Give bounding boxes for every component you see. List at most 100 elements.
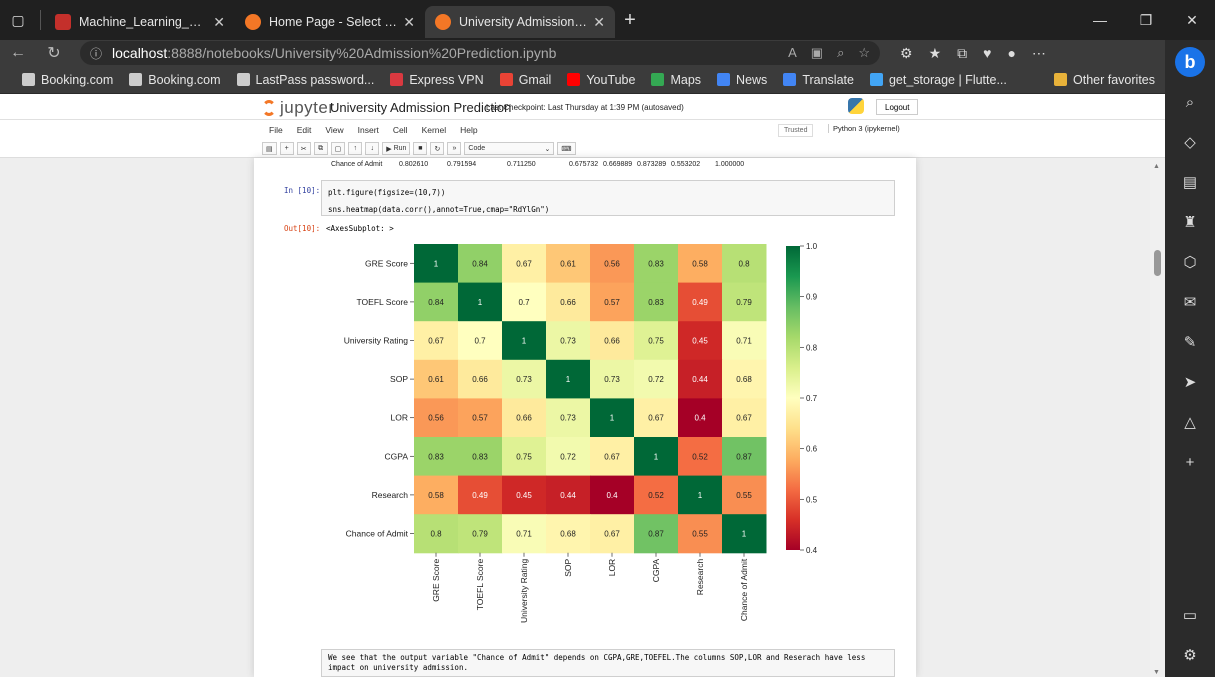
outlook-icon[interactable]: ✉ [1172, 284, 1208, 320]
profile-avatar[interactable]: ● [1007, 45, 1015, 62]
bookmark-item[interactable]: Express VPN [390, 73, 484, 87]
move-up-icon[interactable]: ↑ [348, 142, 363, 155]
menu-item-cell[interactable]: Cell [393, 125, 408, 135]
address-bar[interactable]: ⓘ localhost:8888/notebooks/University%20… [80, 41, 880, 65]
office-icon[interactable]: ⬡ [1172, 244, 1208, 280]
notebook-name[interactable]: University Admission Prediction [330, 100, 511, 115]
fast-forward-icon[interactable]: » [447, 142, 462, 155]
logout-button[interactable]: Logout [876, 99, 919, 115]
collections-icon[interactable]: ⧉ [957, 45, 967, 62]
menu-item-insert[interactable]: Insert [358, 125, 379, 135]
sidebar-toggle-icon[interactable]: ▭ [1172, 597, 1208, 633]
heatmap-cell-label: 0.44 [560, 491, 576, 500]
restore-icon[interactable]: ❐ [1123, 0, 1169, 40]
heatmap-cell-label: 0.83 [472, 452, 488, 461]
cell-type-value: Code [468, 145, 486, 152]
menu-item-view[interactable]: View [325, 125, 343, 135]
address-actions: A ▣ ⌕ ☆ [788, 45, 870, 61]
bookmark-item[interactable]: Maps [651, 73, 701, 87]
heatmap-cell-label: 1 [698, 491, 703, 500]
divider [40, 10, 41, 30]
jupyter-logo[interactable]: jupyter [262, 98, 335, 118]
tab-university-admission[interactable]: University Admission Prediction ✕ [425, 6, 615, 38]
restart-icon[interactable]: ↻ [430, 142, 445, 155]
menu-item-edit[interactable]: Edit [297, 125, 312, 135]
tag-icon[interactable]: ◇ [1172, 124, 1208, 160]
info-icon[interactable]: ⓘ [90, 45, 102, 62]
bookmark-item[interactable]: Booking.com [129, 72, 221, 87]
tab-home-page[interactable]: Home Page - Select or create a n ✕ [235, 6, 425, 38]
zoom-icon[interactable]: ⌕ [837, 45, 844, 61]
bookmark-item[interactable]: Booking.com [22, 73, 113, 87]
copy-icon[interactable]: ⧉ [313, 142, 328, 155]
heatmap-cell-label: 0.66 [604, 337, 620, 346]
minimize-icon[interactable]: — [1077, 0, 1123, 40]
heatmap-cell-label: 0.68 [736, 375, 752, 384]
close-icon[interactable]: ✕ [593, 14, 605, 31]
insert-cell-icon[interactable]: + [279, 142, 294, 155]
heatmap-cell-label: 1 [610, 414, 615, 423]
settings-icon[interactable]: ⚙ [1172, 637, 1208, 673]
heart-icon[interactable]: ♥ [983, 45, 991, 62]
more-icon[interactable]: ⋯ [1032, 45, 1046, 62]
search-icon[interactable]: ⌕ [1172, 84, 1208, 120]
close-icon[interactable]: ✕ [213, 14, 225, 31]
stop-icon[interactable]: ■ [413, 142, 428, 155]
read-aloud-icon[interactable]: A [788, 45, 797, 61]
bookmark-icon [783, 73, 797, 86]
bookmark-label: Booking.com [148, 72, 221, 87]
close-window-icon[interactable]: ✕ [1169, 0, 1215, 40]
tab-youtube[interactable]: Machine_Learning_Projects_Vide ✕ [45, 6, 235, 38]
page-scrollbar[interactable]: ▲ ▼ [1150, 160, 1165, 677]
add-icon[interactable]: + [1172, 444, 1208, 480]
tree-icon[interactable]: △ [1172, 404, 1208, 440]
heatmap-cell-label: 0.55 [736, 491, 752, 500]
back-icon[interactable]: ← [0, 44, 36, 62]
heatmap-cell-label: 0.4 [606, 491, 618, 500]
bookmark-item[interactable]: LastPass password... [236, 73, 374, 87]
other-favorites-label: Other favorites [1073, 72, 1155, 87]
heatmap-cell-label: 0.73 [560, 337, 576, 346]
briefcase-icon[interactable]: ▤ [1172, 164, 1208, 200]
bing-button[interactable]: b [1172, 44, 1208, 80]
scroll-up-icon[interactable]: ▲ [1153, 163, 1160, 170]
code-cell[interactable]: plt.figure(figsize=(10,7)) sns.heatmap(d… [321, 180, 895, 216]
designer-icon[interactable]: ✎ [1172, 324, 1208, 360]
paste-icon[interactable]: ▢ [330, 142, 346, 155]
cut-icon[interactable]: ✂ [296, 142, 311, 155]
keyboard-icon[interactable]: ⌨ [557, 142, 576, 155]
jupyter-icon [245, 14, 261, 30]
move-down-icon[interactable]: ↓ [365, 142, 380, 155]
menu-item-help[interactable]: Help [460, 125, 477, 135]
kernel-indicator[interactable]: Python 3 (ipykernel) [828, 124, 900, 133]
refresh-icon[interactable]: ↻ [36, 43, 72, 63]
send-icon[interactable]: ➤ [1172, 364, 1208, 400]
cell-type-select[interactable]: Code ⌄ [464, 142, 555, 155]
other-favorites[interactable]: Other favorites [1054, 73, 1155, 87]
x-tick-label: GRE Score [431, 559, 441, 602]
bookmark-icon [22, 73, 35, 86]
bookmark-item[interactable]: YouTube [567, 73, 635, 87]
menu-item-file[interactable]: File [269, 125, 283, 135]
run-button[interactable]: ▶ Run [382, 142, 411, 155]
trusted-badge[interactable]: Trusted [778, 124, 814, 137]
extensions-icon[interactable]: ⚙ [900, 45, 913, 62]
games-icon[interactable]: ♜ [1172, 204, 1208, 240]
new-tab-button[interactable]: + [615, 9, 645, 32]
favorites-icon[interactable]: ★ [929, 45, 942, 62]
window-menu-icon[interactable]: ▢ [0, 0, 36, 40]
markdown-cell[interactable]: We see that the output variable "Chance … [321, 649, 895, 677]
close-icon[interactable]: ✕ [403, 14, 415, 31]
scroll-thumb[interactable] [1154, 250, 1161, 276]
favorite-star-icon[interactable]: ☆ [858, 45, 870, 61]
save-icon[interactable]: ▤ [262, 142, 277, 155]
checkpoint-status: Last Checkpoint: Last Thursday at 1:39 P… [486, 103, 684, 112]
reading-view-icon[interactable]: ▣ [811, 45, 823, 61]
menu-item-kernel[interactable]: Kernel [422, 125, 447, 135]
bookmark-icon [651, 73, 665, 86]
bookmark-item[interactable]: News [717, 73, 767, 87]
bookmark-item[interactable]: Translate [783, 73, 854, 87]
bookmark-item[interactable]: Gmail [499, 73, 551, 87]
scroll-down-icon[interactable]: ▼ [1153, 669, 1160, 676]
bookmark-item[interactable]: get_storage | Flutte... [869, 73, 1007, 87]
